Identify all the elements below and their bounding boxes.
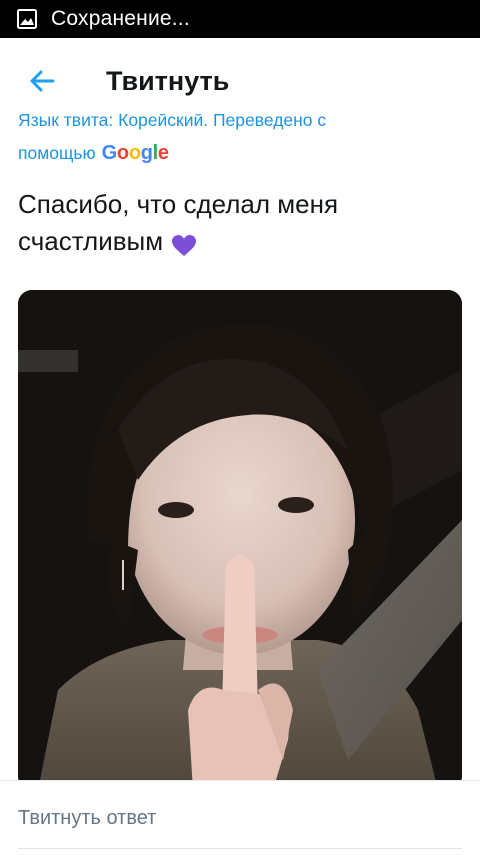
tweet-text: Спасибо, что сделал меня счастливым [18, 186, 458, 260]
translation-line: Язык твита: Корейский. Переведено с [18, 114, 327, 130]
tweet-text-line: счастливым [18, 226, 164, 256]
image-icon [17, 9, 37, 29]
google-logo[interactable]: Google [102, 138, 169, 168]
page-title: Твитнуть [106, 65, 230, 96]
reply-input[interactable]: Твитнуть ответ [18, 807, 156, 830]
back-button[interactable] [26, 65, 58, 97]
status-bar: Сохранение... [0, 0, 480, 38]
arrow-left-icon [30, 70, 55, 92]
translation-notice: Язык твита: Корейский. Переведено с помо… [18, 114, 468, 168]
tweet-photo[interactable] [18, 290, 462, 790]
status-text: Сохранение... [51, 7, 190, 30]
translation-via: помощью [18, 143, 96, 163]
purple-heart-icon [171, 231, 197, 257]
reply-underline [18, 848, 462, 849]
reply-bar: Твитнуть ответ [0, 780, 480, 855]
app-bar: Твитнуть [0, 38, 480, 124]
tweet-text-line: Спасибо, что сделал меня [18, 189, 339, 219]
